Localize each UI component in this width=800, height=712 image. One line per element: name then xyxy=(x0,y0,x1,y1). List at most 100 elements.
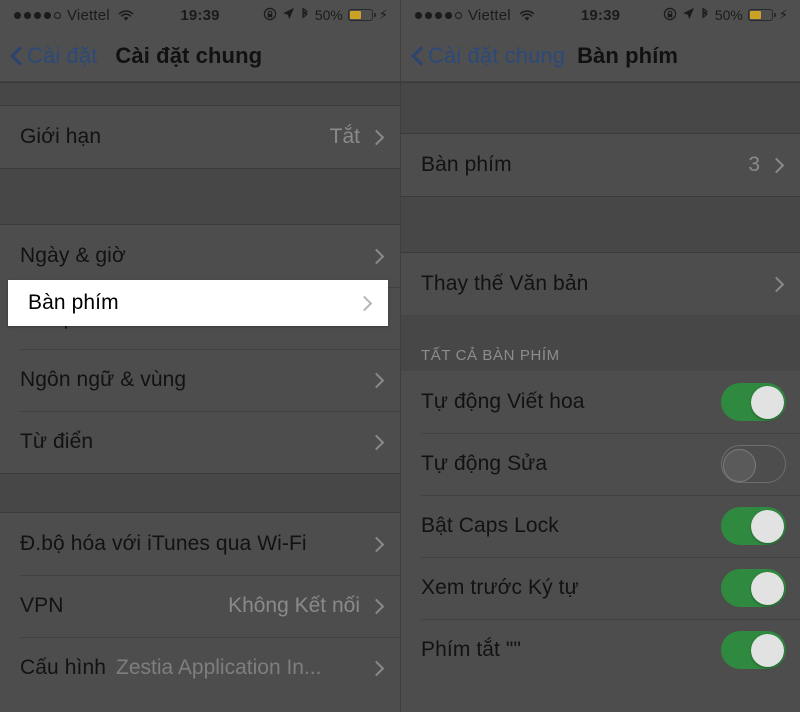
chevron-right-icon xyxy=(770,157,786,173)
chevron-right-icon xyxy=(370,129,386,145)
row-bat-caps-lock[interactable]: Bật Caps Lock xyxy=(401,495,800,557)
status-bar-carrier-area: Viettel xyxy=(415,7,535,24)
battery-percent-label: 50% xyxy=(714,7,743,23)
row-ngay-gio[interactable]: Ngày & giờ xyxy=(0,225,400,287)
wifi-icon xyxy=(118,9,134,22)
carrier-name: Viettel xyxy=(468,6,511,24)
left-page-title: Cài đặt chung xyxy=(115,43,263,68)
row-label: Đ.bộ hóa với iTunes qua Wi-Fi xyxy=(20,532,307,555)
row-tu-dong-sua[interactable]: Tự động Sửa xyxy=(401,433,800,495)
section-header-all-keyboards: TẤT CẢ BÀN PHÍM xyxy=(401,315,800,371)
chevron-right-icon xyxy=(370,248,386,264)
toggle-knob xyxy=(723,448,756,482)
lightning-bolt-icon: ⚡ xyxy=(378,7,388,22)
chevron-left-icon xyxy=(10,45,23,67)
row-value: 3 xyxy=(748,153,760,176)
left-nav-bar: Cài đặt Cài đặt chung xyxy=(0,30,400,82)
status-bar-carrier-area: Viettel xyxy=(14,7,134,24)
toggle-tu-dong-viet-hoa[interactable] xyxy=(721,383,786,421)
toggle-phim-tat[interactable] xyxy=(721,631,786,669)
right-group-all-keyboards: Tự động Viết hoa Tự động Sửa Bật Caps Lo… xyxy=(401,371,800,681)
carrier-name: Viettel xyxy=(67,6,110,24)
row-label: Xem trước Ký tự xyxy=(421,576,579,599)
toggle-xem-truoc-ky-tu[interactable] xyxy=(721,569,786,607)
toggle-knob xyxy=(750,509,784,543)
signal-strength-dots-icon xyxy=(415,11,462,19)
chevron-right-icon xyxy=(370,372,386,388)
signal-strength-dots-icon xyxy=(14,11,61,19)
chevron-right-icon xyxy=(370,536,386,552)
list-gap xyxy=(0,82,400,106)
left-panel-general-settings: Viettel 19:39 50% ⚡ Cài đặt Cài đặt chun… xyxy=(0,0,400,712)
toggle-bat-caps-lock[interactable] xyxy=(721,507,786,545)
left-group-restrictions: Giới hạn Tắt xyxy=(0,106,400,168)
row-label: Tự động Sửa xyxy=(421,452,548,475)
list-gap xyxy=(401,196,800,253)
left-group-datetime-keyboard: Ngày & giờ Bàn phím Ngôn ngữ & vùng Từ đ… xyxy=(0,225,400,473)
right-panel-keyboard-settings: Viettel 19:39 50% ⚡ Cài đặt chung Bàn ph… xyxy=(400,0,800,712)
right-page-title: Bàn phím xyxy=(577,43,679,68)
rotation-lock-icon xyxy=(663,7,677,24)
row-label: Ngày & giờ xyxy=(20,244,126,267)
status-bar-indicators: 50% ⚡ xyxy=(663,7,788,24)
battery-icon xyxy=(347,9,376,21)
row-tu-dong-viet-hoa[interactable]: Tự động Viết hoa xyxy=(401,371,800,433)
row-label: Thay thế Văn bản xyxy=(421,272,589,295)
back-button-general-settings[interactable]: Cài đặt chung xyxy=(411,43,565,69)
location-arrow-icon xyxy=(682,7,695,23)
back-button-settings[interactable]: Cài đặt xyxy=(10,43,97,69)
battery-icon xyxy=(747,9,776,21)
chevron-left-icon xyxy=(411,45,424,67)
row-vpn[interactable]: VPN Không Kết nối xyxy=(0,575,400,637)
lightning-bolt-icon: ⚡ xyxy=(778,7,788,22)
battery-percent-label: 50% xyxy=(314,7,343,23)
chevron-right-icon xyxy=(370,434,386,450)
left-group-sync-vpn-profile: Đ.bộ hóa với iTunes qua Wi-Fi VPN Không … xyxy=(0,513,400,699)
right-settings-list: Bàn phím 3 Thay thế Văn bản TẤT CẢ BÀN P… xyxy=(401,82,800,681)
back-button-label: Cài đặt chung xyxy=(428,43,566,68)
status-bar-indicators: 50% ⚡ xyxy=(263,7,388,24)
rotation-lock-icon xyxy=(263,7,277,24)
highlighted-row-label: Bàn phím xyxy=(28,291,119,314)
chevron-right-icon xyxy=(770,276,786,292)
highlighted-row-ban-phim[interactable]: Bàn phím xyxy=(8,280,388,326)
back-button-label: Cài đặt xyxy=(27,43,98,68)
toggle-knob xyxy=(750,385,784,419)
row-label: Cấu hình xyxy=(20,656,107,679)
row-cau-hinh[interactable]: Cấu hình Zestia Application In... xyxy=(0,637,400,699)
row-thay-the-van-ban[interactable]: Thay thế Văn bản xyxy=(401,253,800,315)
row-ban-phim-count[interactable]: Bàn phím 3 xyxy=(401,134,800,196)
wifi-icon xyxy=(519,9,535,22)
status-bar-left: Viettel 19:39 50% ⚡ xyxy=(0,0,400,30)
row-label: Tự động Viết hoa xyxy=(421,390,585,413)
toggle-knob xyxy=(750,633,784,667)
right-nav-bar: Cài đặt chung Bàn phím xyxy=(401,30,800,82)
bluetooth-icon xyxy=(300,7,310,24)
list-gap xyxy=(0,473,400,513)
row-subtitle: Zestia Application In... xyxy=(116,656,322,679)
list-gap xyxy=(0,168,400,225)
row-tu-dien[interactable]: Từ điển xyxy=(0,411,400,473)
left-settings-list: Giới hạn Tắt Ngày & giờ Bàn phím Ngôn ng… xyxy=(0,82,400,699)
chevron-right-icon xyxy=(358,295,374,311)
row-label: VPN xyxy=(20,594,64,617)
row-phim-tat[interactable]: Phím tắt "" xyxy=(401,619,800,681)
row-dong-bo-itunes-wifi[interactable]: Đ.bộ hóa với iTunes qua Wi-Fi xyxy=(0,513,400,575)
row-label: Phím tắt "" xyxy=(421,638,522,661)
row-label: Từ điển xyxy=(20,430,94,453)
right-group-text-replacement: Thay thế Văn bản xyxy=(401,253,800,315)
row-ngon-ngu-vung[interactable]: Ngôn ngữ & vùng xyxy=(0,349,400,411)
right-group-keyboards: Bàn phím 3 xyxy=(401,134,800,196)
row-gioi-han[interactable]: Giới hạn Tắt xyxy=(0,106,400,168)
list-gap xyxy=(401,82,800,134)
row-label: Giới hạn xyxy=(20,125,102,148)
row-value: Tắt xyxy=(329,125,360,148)
screenshot-stage: Viettel 19:39 50% ⚡ Cài đặt Cài đặt chun… xyxy=(0,0,800,712)
row-xem-truoc-ky-tu[interactable]: Xem trước Ký tự xyxy=(401,557,800,619)
row-value: Không Kết nối xyxy=(228,594,360,617)
toggle-tu-dong-sua[interactable] xyxy=(721,445,786,483)
toggle-knob xyxy=(750,571,784,605)
bluetooth-icon xyxy=(700,7,710,24)
row-label: Bàn phím xyxy=(421,153,512,176)
row-label: Ngôn ngữ & vùng xyxy=(20,368,187,391)
